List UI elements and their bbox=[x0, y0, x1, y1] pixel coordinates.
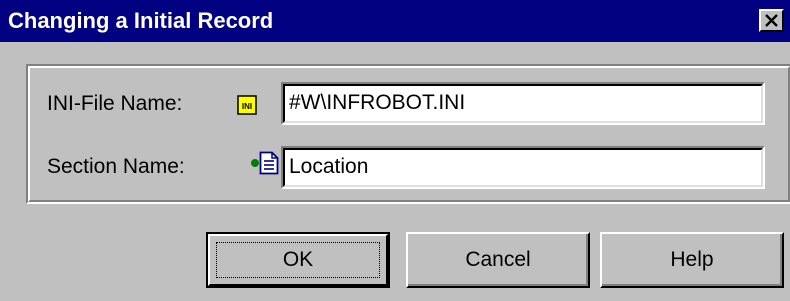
ini-file-name-value: #W\INFROBOT.INI bbox=[289, 91, 466, 114]
close-icon bbox=[765, 14, 778, 27]
cancel-button-label: Cancel bbox=[465, 248, 531, 271]
help-button[interactable]: Help bbox=[600, 232, 784, 288]
cancel-button[interactable]: Cancel bbox=[406, 232, 590, 288]
section-name-label: Section Name: bbox=[47, 155, 185, 178]
ini-file-icon: INI bbox=[237, 95, 257, 115]
dialog-window: Changing a Initial Record INI-File Name:… bbox=[0, 0, 790, 301]
ini-file-label: INI-File Name: bbox=[47, 92, 183, 115]
ok-button[interactable]: OK bbox=[206, 232, 390, 288]
svg-text:INI: INI bbox=[242, 102, 252, 111]
window-title: Changing a Initial Record bbox=[8, 8, 274, 33]
section-document-icon bbox=[259, 151, 279, 175]
ok-button-label: OK bbox=[282, 248, 314, 271]
ini-file-name-input[interactable]: #W\INFROBOT.INI bbox=[281, 82, 765, 125]
help-button-label: Help bbox=[670, 248, 714, 271]
section-name-value: Location bbox=[289, 155, 369, 178]
close-button[interactable] bbox=[759, 9, 784, 32]
title-bar[interactable]: Changing a Initial Record bbox=[0, 0, 790, 42]
section-name-input[interactable]: Location bbox=[281, 146, 765, 189]
